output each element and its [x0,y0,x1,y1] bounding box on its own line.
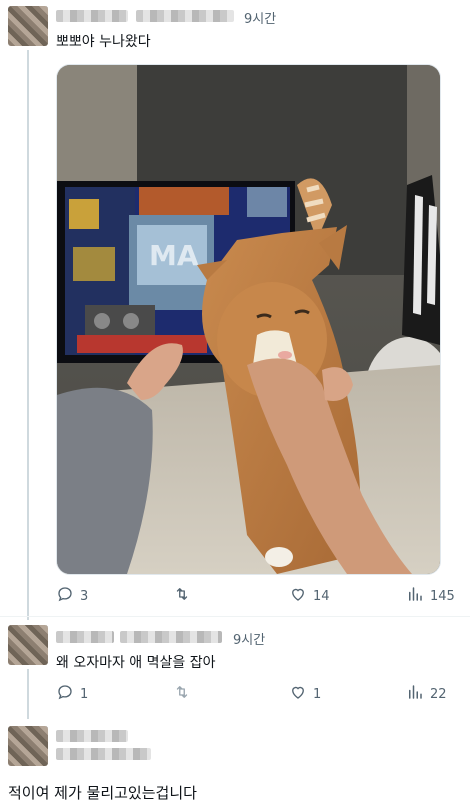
handle-redacted[interactable] [56,748,151,760]
heart-icon [289,683,307,705]
post-text: 적이여 제가 물리고있는겁니다 [8,784,197,802]
avatar[interactable] [8,726,48,766]
reply-count: 1 [80,686,89,702]
repost-icon [173,683,191,705]
reply-icon [56,683,74,705]
handle-redacted[interactable] [136,10,234,22]
display-name-redacted[interactable] [56,10,128,22]
svg-text:MA: MA [149,239,199,272]
repost-icon [173,585,191,607]
views-count: 145 [430,588,455,604]
post-3: 적이여 제가 물리고있는겁니다 [0,716,470,805]
like-button[interactable]: 14 [289,585,330,607]
avatar[interactable] [8,625,48,665]
post-time[interactable]: 9시간 [244,8,276,27]
like-count: 14 [313,588,330,604]
post-text: 뽀뽀야 누나왔다 [56,34,151,50]
reply-icon [56,585,74,607]
display-name-redacted[interactable] [56,730,128,742]
thread-line [27,669,29,719]
like-count: 1 [313,686,322,702]
post-2: 9시간 왜 오자마자 애 멱살을 잡아 1 1 22 [0,617,470,719]
post-actions: 1 1 22 [56,683,454,705]
post-time[interactable]: 9시간 [233,629,265,648]
handle-redacted[interactable] [120,631,222,643]
post-photo[interactable]: MA [56,64,441,575]
thread-line [27,50,29,620]
heart-icon [289,585,307,607]
repost-button[interactable] [173,683,197,705]
avatar[interactable] [8,6,48,46]
bar-chart-icon [406,585,424,607]
reply-button[interactable]: 1 [56,683,88,705]
post-text: 왜 오자마자 애 멱살을 잡아 [56,655,216,671]
post-actions: 3 14 145 [56,585,455,607]
views-count: 22 [430,686,447,702]
reply-button[interactable]: 3 [56,585,88,607]
repost-button[interactable] [173,585,197,607]
display-name-redacted[interactable] [56,631,114,643]
views-button[interactable]: 145 [406,585,455,607]
views-button[interactable]: 22 [406,683,447,705]
post-1: 9시간 뽀뽀야 누나왔다 MA 3 14 145 [0,0,470,620]
bar-chart-icon [406,683,424,705]
like-button[interactable]: 1 [289,683,321,705]
reply-count: 3 [80,588,89,604]
